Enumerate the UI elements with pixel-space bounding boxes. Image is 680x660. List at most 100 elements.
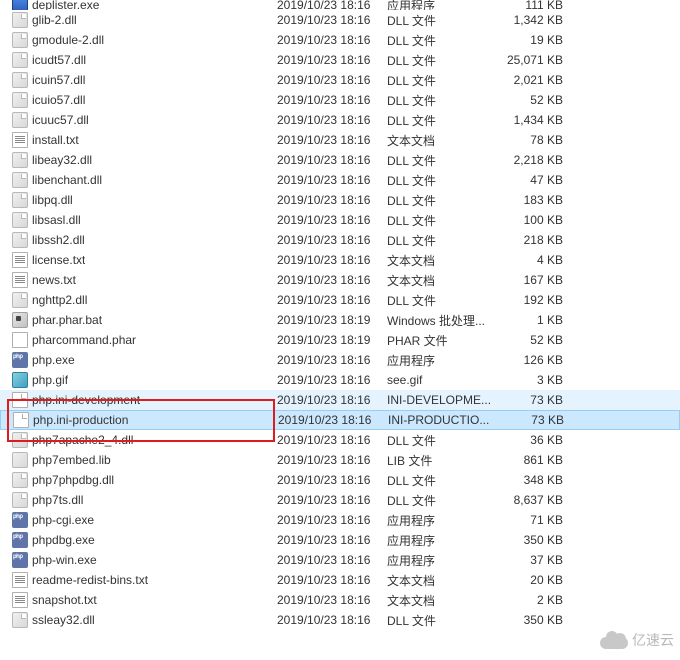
file-date-cell: 2019/10/23 18:16 [277,173,387,187]
file-size-cell: 47 KB [502,173,567,187]
file-name-cell[interactable]: deplister.exe [2,0,277,10]
file-row[interactable]: icuuc57.dll2019/10/23 18:16DLL 文件1,434 K… [0,110,680,130]
file-name-cell[interactable]: phpdbg.exe [2,532,277,548]
file-row[interactable]: pharcommand.phar2019/10/23 18:19PHAR 文件5… [0,330,680,350]
exe-icon [12,0,28,10]
file-type-cell: DLL 文件 [387,232,502,249]
file-name-cell[interactable]: libssh2.dll [2,232,277,248]
file-row[interactable]: news.txt2019/10/23 18:16文本文档167 KB [0,270,680,290]
file-name-cell[interactable]: news.txt [2,272,277,288]
file-row[interactable]: libsasl.dll2019/10/23 18:16DLL 文件100 KB [0,210,680,230]
file-row[interactable]: icuin57.dll2019/10/23 18:16DLL 文件2,021 K… [0,70,680,90]
file-row[interactable]: readme-redist-bins.txt2019/10/23 18:16文本… [0,570,680,590]
file-row[interactable]: ssleay32.dll2019/10/23 18:16DLL 文件350 KB [0,610,680,630]
file-row[interactable]: install.txt2019/10/23 18:16文本文档78 KB [0,130,680,150]
file-type-cell: 文本文档 [387,572,502,589]
file-name-cell[interactable]: gmodule-2.dll [2,32,277,48]
file-row[interactable]: license.txt2019/10/23 18:16文本文档4 KB [0,250,680,270]
file-name-cell[interactable]: pharcommand.phar [2,332,277,348]
file-date-cell: 2019/10/23 18:16 [277,453,387,467]
file-type-cell: DLL 文件 [387,12,502,29]
file-name-label: php.exe [32,353,75,367]
file-row[interactable]: deplister.exe2019/10/23 18:16应用程序111 KB [0,0,680,10]
file-row[interactable]: phar.phar.bat2019/10/23 18:19Windows 批处理… [0,310,680,330]
file-row[interactable]: libpq.dll2019/10/23 18:16DLL 文件183 KB [0,190,680,210]
file-size-cell: 52 KB [502,93,567,107]
file-size-cell: 8,637 KB [502,493,567,507]
file-row[interactable]: php.ini-production2019/10/23 18:16INI-PR… [0,410,680,430]
dll-icon [12,112,28,128]
file-row[interactable]: php7embed.lib2019/10/23 18:16LIB 文件861 K… [0,450,680,470]
file-size-cell: 73 KB [503,413,568,427]
file-row[interactable]: libeay32.dll2019/10/23 18:16DLL 文件2,218 … [0,150,680,170]
file-row[interactable]: phpdbg.exe2019/10/23 18:16应用程序350 KB [0,530,680,550]
file-name-cell[interactable]: php7ts.dll [2,492,277,508]
file-size-cell: 37 KB [502,553,567,567]
file-name-cell[interactable]: php7phpdbg.dll [2,472,277,488]
file-row[interactable]: php-win.exe2019/10/23 18:16应用程序37 KB [0,550,680,570]
file-type-cell: DLL 文件 [387,612,502,629]
file-name-cell[interactable]: readme-redist-bins.txt [2,572,277,588]
file-name-cell[interactable]: libeay32.dll [2,152,277,168]
file-row[interactable]: nghttp2.dll2019/10/23 18:16DLL 文件192 KB [0,290,680,310]
file-name-cell[interactable]: php.ini-development [2,392,277,408]
file-name-cell[interactable]: php.ini-production [3,412,278,428]
file-list[interactable]: deplister.exe2019/10/23 18:16应用程序111 KBg… [0,0,680,630]
file-name-cell[interactable]: glib-2.dll [2,12,277,28]
file-row[interactable]: icuio57.dll2019/10/23 18:16DLL 文件52 KB [0,90,680,110]
file-date-cell: 2019/10/23 18:16 [277,93,387,107]
file-type-cell: INI-DEVELOPME... [387,393,502,407]
file-name-cell[interactable]: nghttp2.dll [2,292,277,308]
file-name-cell[interactable]: php7apache2_4.dll [2,432,277,448]
file-name-cell[interactable]: libsasl.dll [2,212,277,228]
file-row[interactable]: php-cgi.exe2019/10/23 18:16应用程序71 KB [0,510,680,530]
file-size-cell: 52 KB [502,333,567,347]
file-size-cell: 348 KB [502,473,567,487]
file-name-label: libsasl.dll [32,213,81,227]
dll-icon [12,192,28,208]
file-row[interactable]: libssh2.dll2019/10/23 18:16DLL 文件218 KB [0,230,680,250]
file-name-cell[interactable]: phar.phar.bat [2,312,277,328]
file-name-cell[interactable]: icuin57.dll [2,72,277,88]
file-row[interactable]: glib-2.dll2019/10/23 18:16DLL 文件1,342 KB [0,10,680,30]
file-name-cell[interactable]: install.txt [2,132,277,148]
file-name-cell[interactable]: php-win.exe [2,552,277,568]
file-row[interactable]: php.ini-development2019/10/23 18:16INI-D… [0,390,680,410]
file-row[interactable]: php7ts.dll2019/10/23 18:16DLL 文件8,637 KB [0,490,680,510]
file-size-cell: 1,434 KB [502,113,567,127]
file-name-cell[interactable]: license.txt [2,252,277,268]
file-name-cell[interactable]: icudt57.dll [2,52,277,68]
lib-icon [12,452,28,468]
file-name-label: deplister.exe [32,0,99,10]
file-name-cell[interactable]: icuio57.dll [2,92,277,108]
file-name-cell[interactable]: libpq.dll [2,192,277,208]
file-name-cell[interactable]: php-cgi.exe [2,512,277,528]
file-name-cell[interactable]: php7embed.lib [2,452,277,468]
file-row[interactable]: php.exe2019/10/23 18:16应用程序126 KB [0,350,680,370]
file-name-label: libpq.dll [32,193,73,207]
file-type-cell: PHAR 文件 [387,332,502,349]
file-date-cell: 2019/10/23 18:16 [277,473,387,487]
file-row[interactable]: php7phpdbg.dll2019/10/23 18:16DLL 文件348 … [0,470,680,490]
file-name-cell[interactable]: php.exe [2,352,277,368]
file-name-label: license.txt [32,253,85,267]
file-row[interactable]: snapshot.txt2019/10/23 18:16文本文档2 KB [0,590,680,610]
file-date-cell: 2019/10/23 18:16 [277,533,387,547]
file-row[interactable]: icudt57.dll2019/10/23 18:16DLL 文件25,071 … [0,50,680,70]
file-row[interactable]: libenchant.dll2019/10/23 18:16DLL 文件47 K… [0,170,680,190]
file-row[interactable]: php.gif2019/10/23 18:16see.gif3 KB [0,370,680,390]
file-date-cell: 2019/10/23 18:16 [277,433,387,447]
file-name-cell[interactable]: icuuc57.dll [2,112,277,128]
file-name-cell[interactable]: libenchant.dll [2,172,277,188]
file-name-cell[interactable]: ssleay32.dll [2,612,277,628]
file-date-cell: 2019/10/23 18:19 [277,333,387,347]
file-name-cell[interactable]: snapshot.txt [2,592,277,608]
dll-icon [12,492,28,508]
file-date-cell: 2019/10/23 18:16 [277,233,387,247]
txt-icon [12,592,28,608]
file-row[interactable]: php7apache2_4.dll2019/10/23 18:16DLL 文件3… [0,430,680,450]
file-date-cell: 2019/10/23 18:16 [277,493,387,507]
file-row[interactable]: gmodule-2.dll2019/10/23 18:16DLL 文件19 KB [0,30,680,50]
gif-icon [12,372,28,388]
file-name-cell[interactable]: php.gif [2,372,277,388]
